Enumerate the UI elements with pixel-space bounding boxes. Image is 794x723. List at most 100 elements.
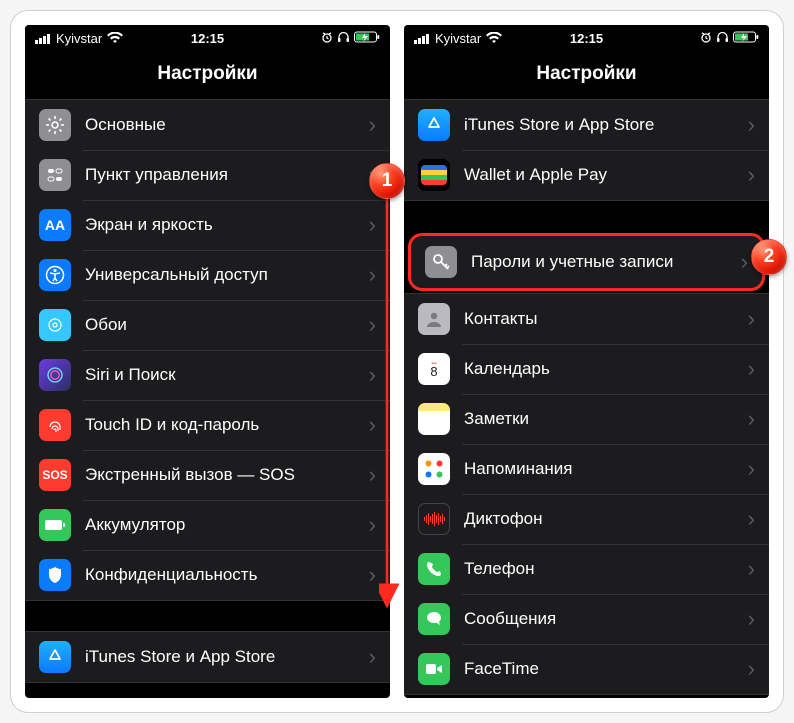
row-facetime[interactable]: FaceTime › [404, 644, 769, 694]
chevron-right-icon: › [748, 112, 755, 138]
facetime-icon [418, 653, 450, 685]
row-label: Напоминания [464, 459, 748, 479]
fingerprint-icon [39, 409, 71, 441]
row-display[interactable]: AA Экран и яркость › [25, 200, 390, 250]
row-label: Экстренный вызов — SOS [85, 465, 369, 485]
settings-list-2b: Пароли и учетные записи › [404, 231, 769, 293]
settings-list-1b: iTunes Store и App Store › [25, 631, 390, 683]
status-bar: Kyivstar 12:15 [25, 25, 390, 51]
wifi-icon [107, 32, 123, 44]
row-label: iTunes Store и App Store [464, 115, 748, 135]
accessibility-icon [39, 259, 71, 291]
chevron-right-icon: › [748, 356, 755, 382]
row-itunes-2[interactable]: iTunes Store и App Store › [404, 100, 769, 150]
control-center-icon [39, 159, 71, 191]
row-itunes-1[interactable]: iTunes Store и App Store › [25, 632, 390, 682]
chevron-right-icon: › [369, 312, 376, 338]
clock-label: 12:15 [570, 31, 603, 46]
row-label: Календарь [464, 359, 748, 379]
row-contacts[interactable]: Контакты › [404, 294, 769, 344]
alarm-icon [321, 31, 333, 46]
row-label: Конфиденциальность [85, 565, 369, 585]
sos-icon: SOS [39, 459, 71, 491]
chevron-right-icon: › [748, 556, 755, 582]
wifi-icon [486, 32, 502, 44]
calendar-icon: •••8 [418, 353, 450, 385]
row-phone[interactable]: Телефон › [404, 544, 769, 594]
signal-icon [414, 33, 430, 44]
chevron-right-icon: › [748, 606, 755, 632]
key-icon [425, 246, 457, 278]
row-passwords[interactable]: Пароли и учетные записи › [408, 233, 765, 291]
appstore-icon [418, 109, 450, 141]
page-title: Настройки [25, 51, 390, 99]
messages-icon [418, 603, 450, 635]
row-label: FaceTime [464, 659, 748, 679]
settings-list-2a: iTunes Store и App Store › Wallet и Appl… [404, 99, 769, 201]
chevron-right-icon: › [369, 562, 376, 588]
row-messages[interactable]: Сообщения › [404, 594, 769, 644]
carrier-label: Kyivstar [56, 31, 102, 46]
chevron-right-icon: › [748, 162, 755, 188]
row-siri[interactable]: Siri и Поиск › [25, 350, 390, 400]
display-icon: AA [39, 209, 71, 241]
battery-icon [733, 31, 759, 46]
gear-icon [39, 109, 71, 141]
right-phone: Kyivstar 12:15 Настройки iTunes Store и … [404, 25, 769, 698]
row-label: Экран и яркость [85, 215, 369, 235]
appstore-icon [39, 641, 71, 673]
chevron-right-icon: › [369, 462, 376, 488]
chevron-right-icon: › [369, 512, 376, 538]
chevron-right-icon: › [369, 362, 376, 388]
chevron-right-icon: › [369, 112, 376, 138]
row-label: Контакты [464, 309, 748, 329]
row-label: Универсальный доступ [85, 265, 369, 285]
row-label: Touch ID и код-пароль [85, 415, 369, 435]
row-voice-memos[interactable]: Диктофон › [404, 494, 769, 544]
voice-memos-icon [418, 503, 450, 535]
row-wallpaper[interactable]: Обои › [25, 300, 390, 350]
row-sos[interactable]: SOS Экстренный вызов — SOS › [25, 450, 390, 500]
row-touchid[interactable]: Touch ID и код-пароль › [25, 400, 390, 450]
tutorial-composite: Kyivstar 12:15 Настройки Основные › Пун [10, 10, 784, 713]
chevron-right-icon: › [369, 212, 376, 238]
row-label: Диктофон [464, 509, 748, 529]
chevron-right-icon: › [748, 456, 755, 482]
row-general[interactable]: Основные › [25, 100, 390, 150]
row-label: Пункт управления [85, 165, 369, 185]
chevron-right-icon: › [369, 262, 376, 288]
row-wallet[interactable]: Wallet и Apple Pay › [404, 150, 769, 200]
row-label: Пароли и учетные записи [471, 252, 741, 272]
chevron-right-icon: › [748, 306, 755, 332]
siri-icon [39, 359, 71, 391]
svg-text:8: 8 [430, 364, 437, 379]
row-label: Аккумулятор [85, 515, 369, 535]
row-label: Заметки [464, 409, 748, 429]
signal-icon [35, 33, 51, 44]
row-accessibility[interactable]: Универсальный доступ › [25, 250, 390, 300]
row-calendar[interactable]: •••8 Календарь › [404, 344, 769, 394]
row-battery[interactable]: Аккумулятор › [25, 500, 390, 550]
wallet-icon [418, 159, 450, 191]
chevron-right-icon: › [369, 412, 376, 438]
row-label: Обои [85, 315, 369, 335]
row-control-center[interactable]: Пункт управления › [25, 150, 390, 200]
page-title: Настройки [404, 51, 769, 99]
row-privacy[interactable]: Конфиденциальность › [25, 550, 390, 600]
battery-icon [354, 31, 380, 46]
chevron-right-icon: › [748, 406, 755, 432]
chevron-right-icon: › [748, 656, 755, 682]
left-phone: Kyivstar 12:15 Настройки Основные › Пун [25, 25, 390, 698]
row-label: Основные [85, 115, 369, 135]
row-notes[interactable]: Заметки › [404, 394, 769, 444]
settings-list-1: Основные › Пункт управления › AA Экран и… [25, 99, 390, 601]
reminders-icon [418, 453, 450, 485]
row-reminders[interactable]: Напоминания › [404, 444, 769, 494]
notes-icon [418, 403, 450, 435]
row-label: Wallet и Apple Pay [464, 165, 748, 185]
battery-row-icon [39, 509, 71, 541]
annotation-marker-1: 1 [369, 163, 405, 199]
alarm-icon [700, 31, 712, 46]
row-label: Siri и Поиск [85, 365, 369, 385]
settings-list-2c: Контакты › •••8 Календарь › Заметки › На… [404, 293, 769, 695]
